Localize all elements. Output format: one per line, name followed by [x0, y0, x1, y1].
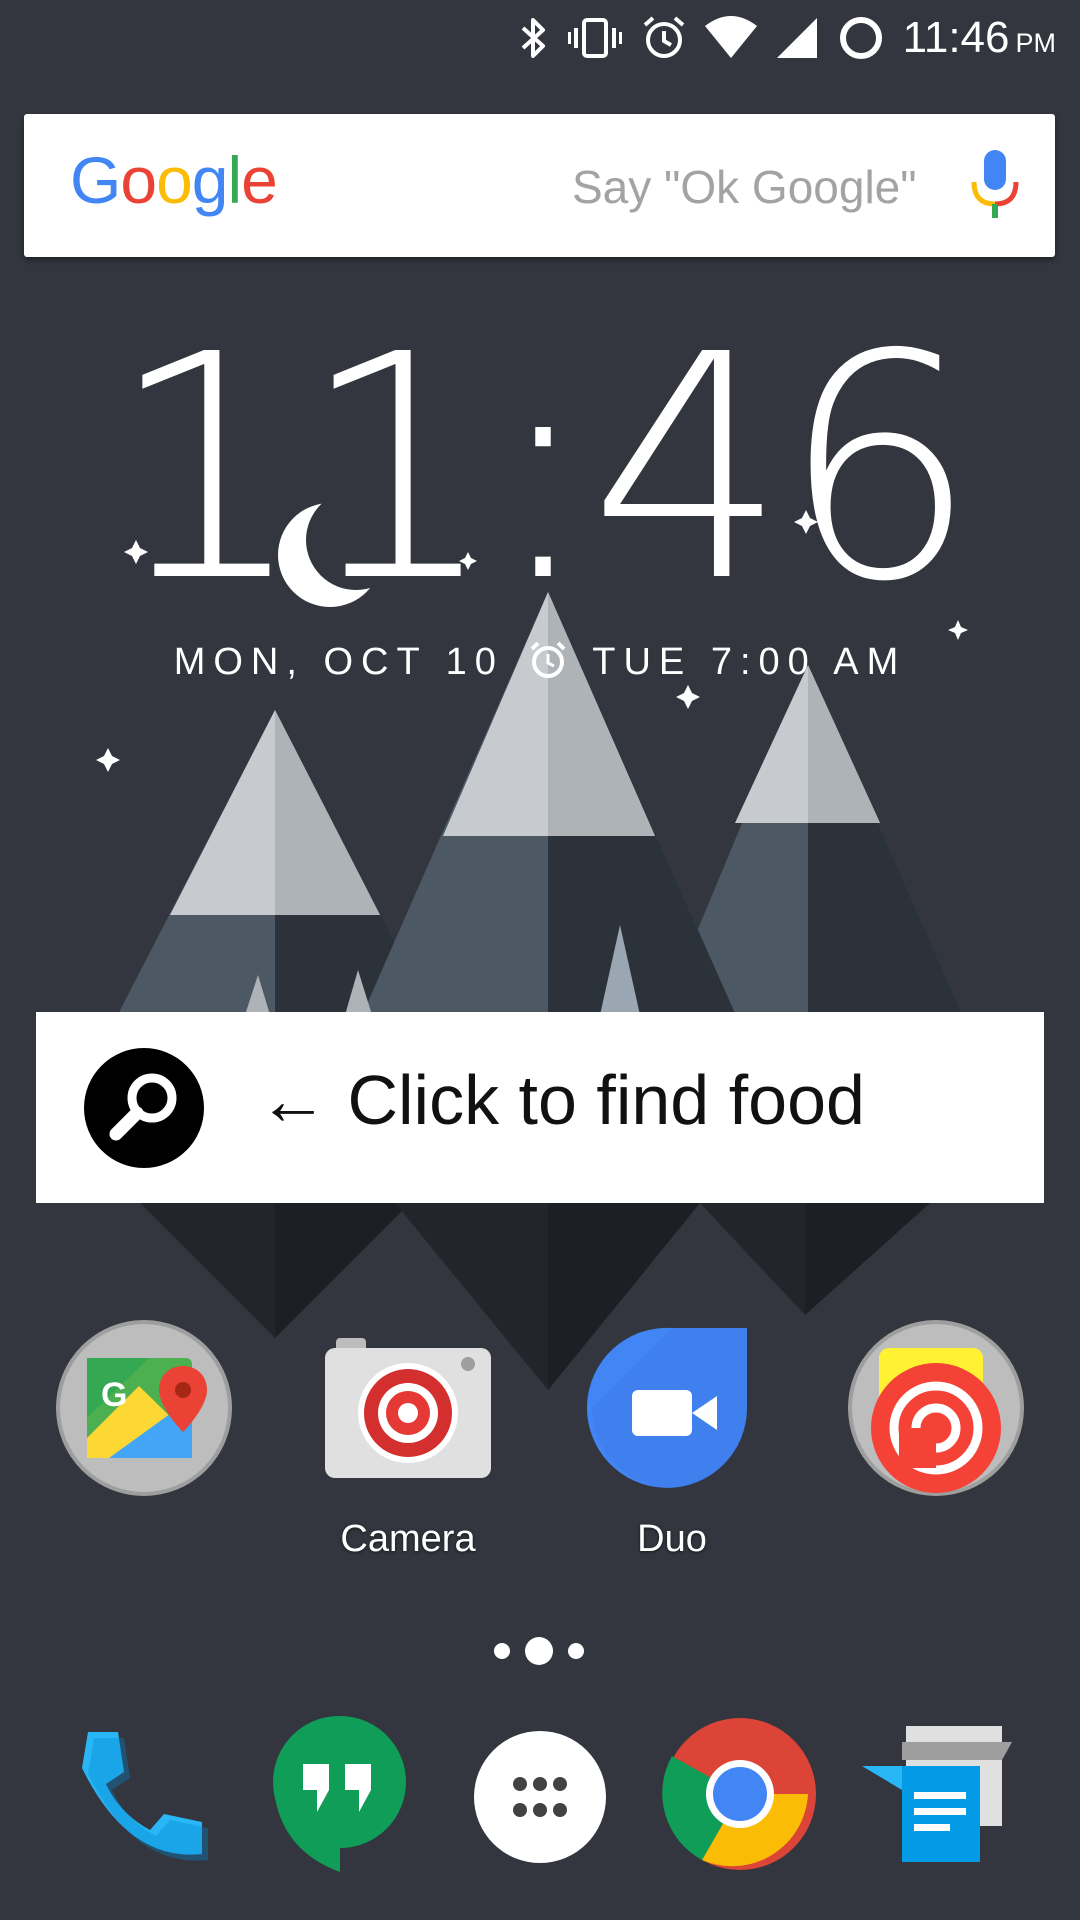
google-logo-letter: e	[241, 143, 278, 217]
chrome-icon	[662, 1718, 816, 1870]
app-drawer-button[interactable]	[465, 1722, 615, 1872]
app-label: Camera	[340, 1518, 476, 1560]
page-dot	[494, 1643, 510, 1659]
maps-icon: G	[56, 1320, 232, 1496]
google-logo-letter: g	[191, 143, 229, 217]
wifi-icon	[704, 16, 757, 60]
google-logo-letter: o	[120, 143, 157, 217]
podcast-icon	[848, 1320, 1024, 1496]
alarm-icon	[641, 15, 687, 61]
messages-app[interactable]	[862, 1722, 1012, 1872]
duo-icon	[587, 1327, 748, 1488]
svg-text:G: G	[101, 1376, 127, 1414]
google-logo-letter: l	[227, 143, 243, 217]
google-logo-letter: G	[70, 143, 121, 217]
messages-icon	[862, 1726, 1012, 1862]
find-food-banner[interactable]: ← Click to find food	[36, 1012, 1044, 1203]
page-dot-active	[525, 1637, 553, 1665]
vibrate-icon	[567, 16, 623, 60]
wallpaper-mountains	[96, 490, 968, 1390]
app-label: Duo	[637, 1518, 707, 1560]
google-search-bar[interactable]: Google Say "Ok Google"	[24, 114, 1055, 257]
google-logo: Google	[70, 142, 278, 218]
hangouts-app[interactable]	[265, 1712, 415, 1872]
bluetooth-icon	[519, 16, 549, 60]
next-alarm-text: TUE 7:00 AM	[592, 641, 907, 683]
duo-app[interactable]: Duo	[577, 1318, 767, 1560]
status-ampm: PM	[1015, 28, 1057, 58]
maps-app[interactable]: G	[49, 1318, 239, 1513]
battery-icon	[837, 14, 885, 62]
date-text: MON, OCT 10	[173, 641, 504, 683]
hangouts-icon	[273, 1715, 406, 1872]
alarm-clock-icon	[522, 641, 574, 683]
date-line[interactable]: MON, OCT 10 TUE 7:00 AM	[0, 640, 1080, 684]
page-indicator[interactable]	[490, 1636, 590, 1666]
clock-widget[interactable]: 11:46	[0, 315, 1080, 625]
app-drawer-icon	[474, 1731, 606, 1863]
microphone-icon[interactable]	[964, 150, 1026, 227]
chrome-app[interactable]	[662, 1716, 816, 1870]
find-food-text: ← Click to find food	[258, 1061, 865, 1139]
phone-app[interactable]	[68, 1722, 218, 1872]
signal-icon	[775, 16, 819, 60]
magnifier-icon[interactable]	[84, 1048, 204, 1168]
page-dot	[568, 1643, 584, 1659]
podcast-app[interactable]	[841, 1318, 1031, 1513]
google-logo-letter: o	[156, 143, 193, 217]
camera-icon	[325, 1338, 491, 1478]
status-bar: 11:46 PM	[0, 0, 1080, 76]
search-hint: Say "Ok Google"	[572, 161, 917, 213]
phone-icon	[82, 1732, 208, 1861]
camera-app[interactable]: Camera	[313, 1318, 503, 1560]
status-time: 11:46	[902, 13, 1010, 62]
